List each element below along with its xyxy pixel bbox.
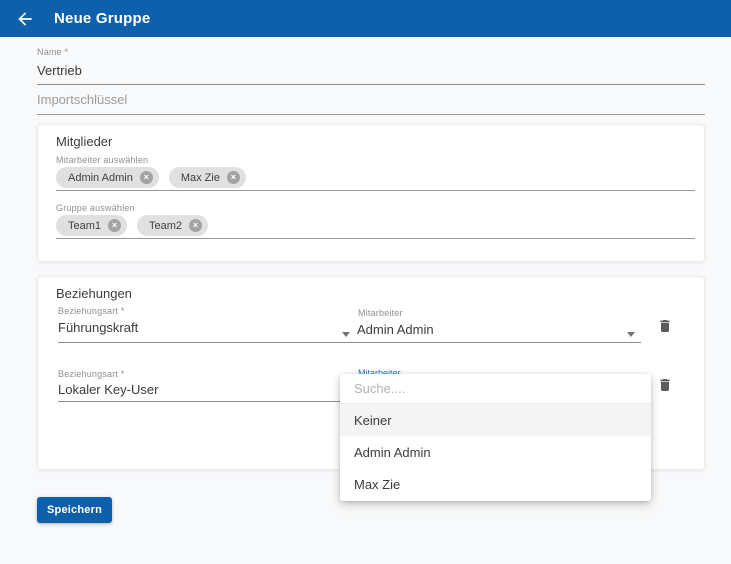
chip-remove-icon[interactable]: ×: [227, 171, 240, 184]
chip-remove-icon[interactable]: ×: [189, 219, 202, 232]
employee-dropdown-menu: Keiner Admin Admin Max Zie: [340, 374, 651, 501]
import-key-field: [37, 88, 705, 115]
employee-select-label: Mitarbeiter auswählen: [56, 155, 148, 165]
delete-relation-button[interactable]: [657, 317, 673, 335]
chip-remove-icon[interactable]: ×: [140, 171, 153, 184]
delete-relation-button[interactable]: [657, 376, 673, 394]
members-card-title: Mitglieder: [56, 134, 112, 149]
relation-type-value: Führungskraft: [58, 320, 344, 335]
back-arrow-icon[interactable]: [15, 9, 35, 29]
trash-icon: [657, 376, 673, 394]
relation-type-label: Beziehungsart *: [58, 369, 344, 379]
dropdown-option-max-zie[interactable]: Max Zie: [340, 468, 651, 500]
chip-remove-icon[interactable]: ×: [108, 219, 121, 232]
relation-type-select[interactable]: Beziehungsart * Führungskraft: [58, 306, 344, 343]
group-chip-row: Team1 × Team2 ×: [56, 215, 208, 236]
dropdown-option-admin-admin[interactable]: Admin Admin: [340, 436, 651, 468]
group-chip-label: Team2: [149, 220, 182, 232]
import-key-input[interactable]: [37, 88, 705, 115]
dropdown-option-keiner[interactable]: Keiner: [340, 404, 651, 436]
relation-type-select[interactable]: Beziehungsart * Lokaler Key-User: [58, 369, 344, 402]
employee-chip-label: Max Zie: [181, 172, 220, 184]
name-input[interactable]: [37, 60, 705, 85]
relations-card-title: Beziehungen: [56, 286, 132, 301]
group-chip-label: Team1: [68, 220, 101, 232]
dropdown-search-input[interactable]: [340, 374, 651, 404]
employee-chip-label: Admin Admin: [68, 172, 133, 184]
page-title: Neue Gruppe: [54, 10, 150, 27]
employee-select-underline[interactable]: [56, 190, 695, 191]
save-button[interactable]: Speichern: [37, 497, 112, 523]
relation-employee-value: Admin Admin: [357, 322, 641, 337]
relation-employee-label: Mitarbeiter: [358, 308, 403, 318]
group-chip[interactable]: Team2 ×: [137, 215, 208, 236]
members-card: Mitglieder Mitarbeiter auswählen Admin A…: [37, 124, 705, 262]
employee-chip-row: Admin Admin × Max Zie ×: [56, 167, 246, 188]
group-select-label: Gruppe auswählen: [56, 203, 135, 213]
employee-chip[interactable]: Admin Admin ×: [56, 167, 159, 188]
employee-chip[interactable]: Max Zie ×: [169, 167, 246, 188]
name-label: Name *: [37, 47, 68, 57]
name-field: Name *: [37, 42, 705, 85]
relation-type-label: Beziehungsart *: [58, 306, 344, 316]
app-bar: Neue Gruppe: [0, 0, 731, 37]
chevron-down-icon: [627, 332, 635, 337]
relation-type-value: Lokaler Key-User: [58, 382, 344, 397]
group-chip[interactable]: Team1 ×: [56, 215, 127, 236]
relation-employee-select[interactable]: Mitarbeiter Admin Admin: [344, 306, 641, 343]
group-select-underline[interactable]: [56, 238, 695, 239]
trash-icon: [657, 317, 673, 335]
